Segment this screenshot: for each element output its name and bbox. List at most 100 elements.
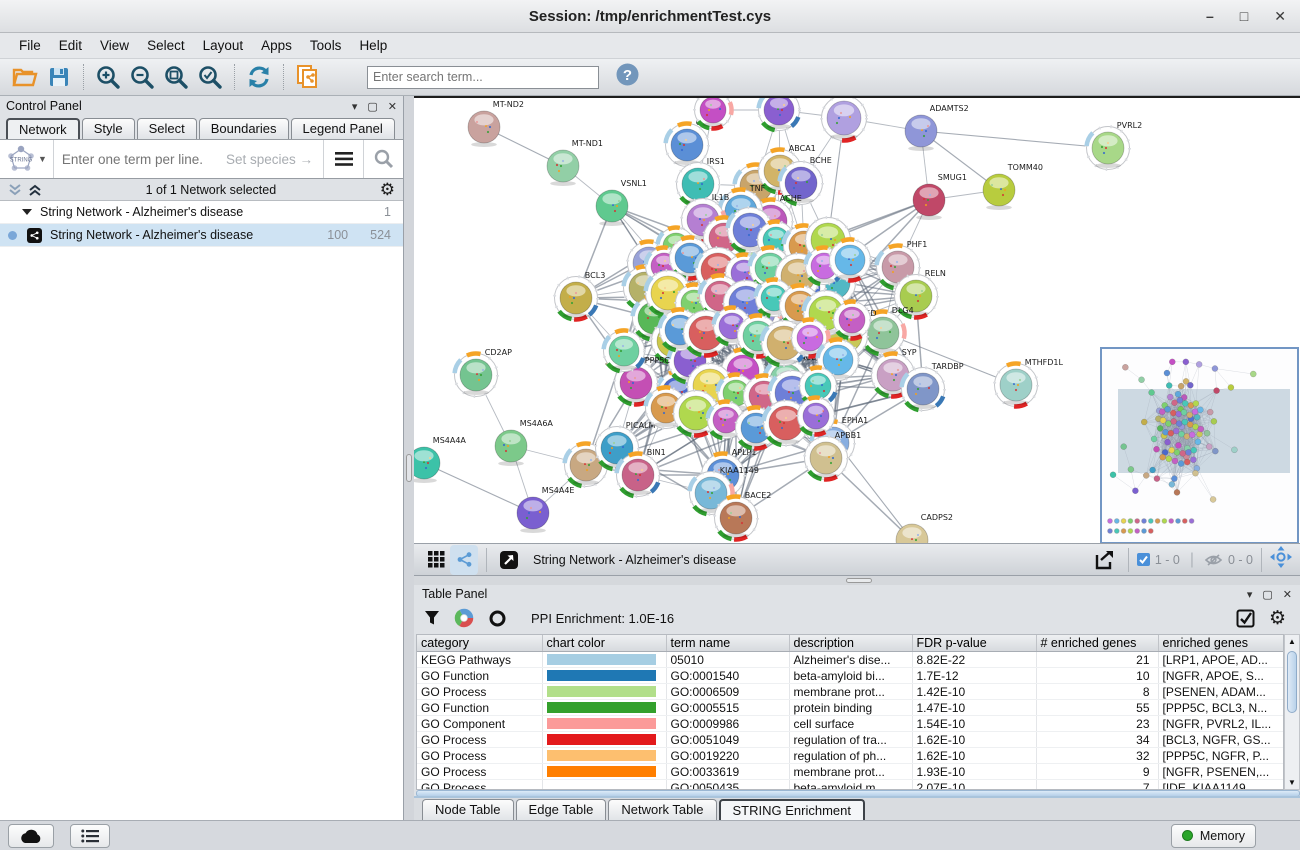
string-query-input[interactable] (54, 152, 226, 167)
zoom-fit-button[interactable] (159, 62, 193, 92)
table-row[interactable]: GO ProcessGO:0051049regulation of tra...… (417, 732, 1284, 748)
network-node[interactable]: MS4A6A (495, 419, 553, 466)
menu-item-file[interactable]: File (10, 35, 50, 56)
panel-close-icon[interactable]: ✕ (1283, 588, 1292, 601)
scrollbar-thumb[interactable] (1287, 651, 1297, 713)
network-node[interactable]: MS4A4A (414, 436, 466, 483)
network-node[interactable]: MS4A4E (517, 486, 574, 533)
close-button[interactable]: ✕ (1274, 8, 1286, 25)
network-node[interactable]: MT-ND1 (547, 139, 603, 186)
birds-eye-toggle-button[interactable] (1270, 546, 1292, 573)
gear-icon[interactable]: ⚙ (380, 180, 395, 200)
grid-view-button[interactable] (422, 545, 450, 575)
selected-checkbox-icon[interactable] (1137, 553, 1150, 566)
column-header[interactable]: # enriched genes (1036, 635, 1158, 652)
menu-item-apps[interactable]: Apps (252, 35, 301, 56)
network-node[interactable]: TOMM40 (983, 163, 1043, 210)
network-node[interactable]: CADPS2 (896, 513, 953, 543)
network-node[interactable]: SMUG1 (913, 173, 967, 220)
network-node[interactable]: PVRL2 (1087, 121, 1143, 170)
column-header[interactable]: chart color (542, 635, 666, 652)
table-row[interactable]: GO FunctionGO:0001540beta-amyloid bi...1… (417, 668, 1284, 684)
tab-legend-panel[interactable]: Legend Panel (291, 118, 395, 139)
expand-all-icon[interactable] (28, 183, 42, 197)
refresh-network-button[interactable] (242, 62, 276, 92)
column-header[interactable]: enriched genes (1158, 635, 1284, 652)
network-node[interactable]: BCL3 (555, 271, 606, 320)
open-in-browser-button[interactable] (495, 545, 523, 575)
tab-network-table[interactable]: Network Table (608, 799, 716, 821)
pie-chart-icon[interactable] (454, 608, 474, 628)
network-node[interactable]: CD2AP (455, 348, 513, 397)
zoom-out-button[interactable] (125, 62, 159, 92)
menu-item-help[interactable]: Help (350, 35, 396, 56)
horizontal-splitter[interactable] (414, 576, 1300, 585)
panel-float-icon[interactable]: ▢ (1262, 588, 1272, 601)
birds-eye-view[interactable] (1100, 347, 1299, 543)
string-protein-query-selector[interactable]: STRING ▼ (0, 140, 54, 178)
panel-float-icon[interactable]: ▢ (367, 100, 377, 113)
share-network-button[interactable] (450, 545, 478, 575)
column-header[interactable]: term name (666, 635, 789, 652)
scroll-down-icon[interactable]: ▼ (1285, 776, 1299, 789)
eye-off-icon[interactable] (1204, 553, 1223, 567)
string-search-button[interactable] (363, 140, 403, 178)
network-node-anon[interactable] (798, 397, 835, 434)
table-gear-icon[interactable]: ⚙ (1269, 607, 1286, 630)
network-node[interactable]: VSNL1 (596, 179, 647, 226)
table-row[interactable]: GO ProcessGO:0006509membrane prot...1.42… (417, 684, 1284, 700)
network-node-anon[interactable] (695, 98, 732, 129)
vertical-splitter[interactable] (404, 96, 414, 820)
species-hint[interactable]: Set species → (226, 152, 323, 167)
network-node[interactable]: MT-ND2 (468, 100, 524, 147)
panel-close-icon[interactable]: ✕ (388, 100, 397, 113)
network-node[interactable]: ADAMTS2 (905, 104, 969, 151)
network-node-anon[interactable] (759, 98, 800, 131)
tree-expand-icon[interactable] (22, 209, 32, 215)
column-header[interactable]: category (417, 635, 542, 652)
table-row[interactable]: GO ProcessGO:0050435beta-amyloid m...2.0… (417, 780, 1284, 791)
network-node[interactable]: MTHFD1L (995, 358, 1064, 407)
menu-item-edit[interactable]: Edit (50, 35, 91, 56)
network-node-anon[interactable] (830, 239, 871, 280)
table-row[interactable]: GO ProcessGO:0033619membrane prot...1.93… (417, 764, 1284, 780)
import-network-button[interactable] (291, 62, 325, 92)
select-rows-checkbox-icon[interactable] (1236, 609, 1255, 628)
task-history-button[interactable] (70, 824, 110, 848)
export-image-button[interactable] (1090, 545, 1120, 575)
table-row[interactable]: GO FunctionGO:0005515protein binding1.47… (417, 700, 1284, 716)
menu-item-view[interactable]: View (91, 35, 138, 56)
maximize-button[interactable]: □ (1240, 8, 1248, 25)
string-options-button[interactable] (323, 140, 363, 178)
table-row[interactable]: GO ProcessGO:0019220regulation of ph...1… (417, 748, 1284, 764)
scroll-up-icon[interactable]: ▲ (1285, 635, 1299, 648)
open-file-button[interactable] (8, 62, 42, 92)
network-canvas[interactable]: MT-ND2MT-ND1VSNL1GAB2IRS1CHATABCA1BCHEAC… (414, 96, 1300, 543)
tab-boundaries[interactable]: Boundaries (199, 118, 289, 139)
tab-edge-table[interactable]: Edge Table (516, 799, 607, 821)
search-input[interactable] (367, 66, 599, 89)
network-node-anon[interactable] (834, 301, 871, 338)
tab-select[interactable]: Select (137, 118, 197, 139)
table-row[interactable]: GO ComponentGO:0009986cell surface1.54E-… (417, 716, 1284, 732)
table-row[interactable]: KEGG Pathways05010Alzheimer's dise...8.8… (417, 652, 1284, 668)
menu-item-select[interactable]: Select (138, 35, 194, 56)
panel-menu-icon[interactable]: ▾ (1247, 588, 1253, 601)
help-button[interactable]: ? (615, 62, 640, 92)
tab-node-table[interactable]: Node Table (422, 799, 514, 821)
menu-item-layout[interactable]: Layout (194, 35, 253, 56)
cloud-button[interactable] (8, 824, 54, 848)
network-collection-row[interactable]: String Network - Alzheimer's disease 1 (0, 201, 403, 224)
tab-style[interactable]: Style (82, 118, 135, 139)
panel-menu-icon[interactable]: ▾ (352, 100, 358, 113)
tab-network[interactable]: Network (6, 118, 80, 139)
zoom-selected-button[interactable] (193, 62, 227, 92)
filter-icon[interactable] (424, 610, 440, 626)
ring-chart-icon[interactable] (488, 609, 507, 628)
zoom-in-button[interactable] (91, 62, 125, 92)
table-vertical-scrollbar[interactable]: ▲ ▼ (1284, 634, 1300, 790)
column-header[interactable]: FDR p-value (912, 635, 1036, 652)
network-node-anon[interactable] (822, 98, 867, 141)
network-row[interactable]: String Network - Alzheimer's disease 100… (0, 224, 403, 247)
column-header[interactable]: description (789, 635, 912, 652)
